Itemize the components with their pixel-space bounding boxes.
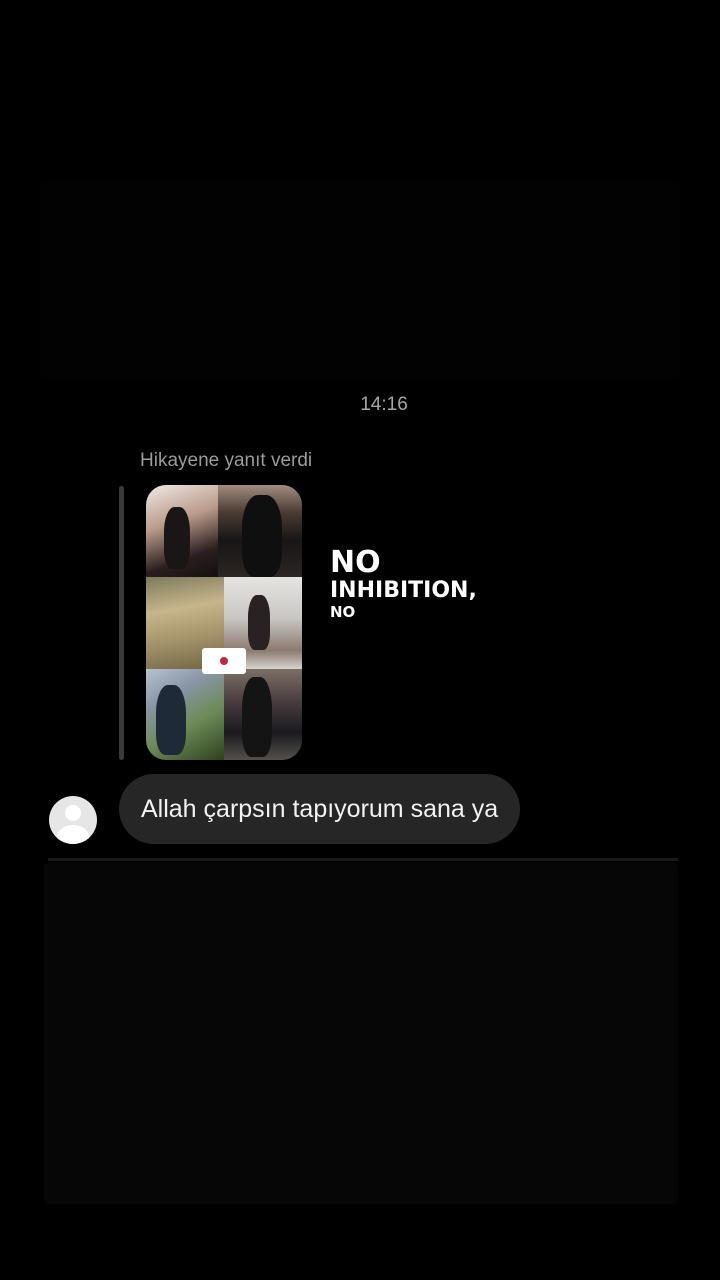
top-blank-area	[40, 180, 680, 380]
story-text-line-2: INHIBITION,	[330, 578, 477, 603]
story-reply-label: Hikayene yanıt verdi	[140, 450, 313, 471]
photo-figure	[164, 507, 190, 569]
reply-indicator-bar	[119, 486, 124, 760]
story-preview-thumbnail[interactable]	[146, 485, 302, 760]
avatar-body	[57, 825, 89, 844]
default-user-avatar-icon[interactable]	[49, 796, 97, 844]
photo-figure	[242, 677, 272, 757]
bottom-blank-panel	[44, 862, 678, 1204]
story-text-line-1: NO	[330, 545, 381, 580]
message-text: Allah çarpsın tapıyorum sana ya	[141, 794, 499, 823]
message-bubble[interactable]: Allah çarpsın tapıyorum sana ya	[119, 774, 521, 844]
photo-figure	[242, 495, 282, 577]
divider	[48, 858, 678, 861]
story-overlay-text: NO INHIBITION, NO	[330, 548, 477, 620]
avatar-head	[65, 805, 81, 821]
message-timestamp: 14:16	[360, 394, 408, 415]
story-sticker	[202, 648, 246, 674]
photo-figure	[248, 595, 270, 650]
sticker-dot-icon	[220, 657, 228, 665]
story-text-line-3: NO	[330, 603, 356, 621]
photo-figure	[156, 685, 186, 755]
